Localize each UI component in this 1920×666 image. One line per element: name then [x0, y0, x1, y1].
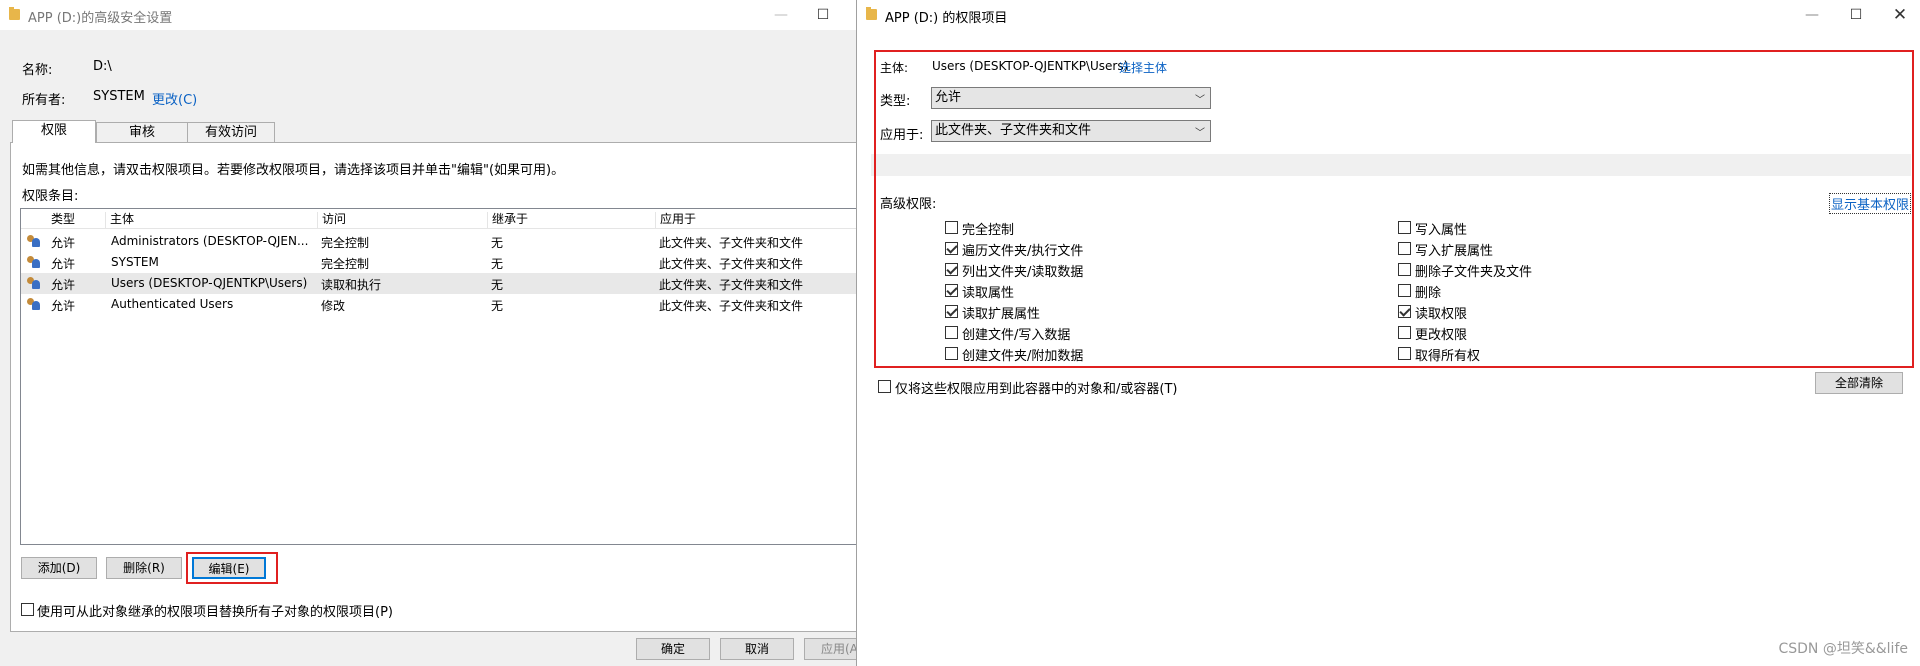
- clear-all-button[interactable]: 全部清除: [1815, 372, 1903, 394]
- cancel-button[interactable]: 取消: [720, 638, 794, 660]
- minimize-icon[interactable]: —: [1797, 4, 1827, 26]
- cell-type: 允许: [51, 257, 76, 271]
- table-row[interactable]: 允许 Users (DESKTOP-QJENTKP\Users) 读取和执行 无…: [21, 273, 856, 294]
- change-owner-link[interactable]: 更改(C): [152, 89, 197, 108]
- users-icon: [27, 235, 41, 248]
- owner-label: 所有者:: [22, 93, 66, 108]
- only-apply-checkbox[interactable]: [878, 380, 891, 393]
- watermark: CSDN @坦笑&&life: [1778, 641, 1908, 657]
- tab-permissions[interactable]: 权限: [12, 120, 96, 143]
- entries-label: 权限条目:: [22, 189, 79, 204]
- col-inherited[interactable]: 继承于: [487, 212, 655, 228]
- owner-value: SYSTEM: [93, 89, 145, 104]
- users-icon: [27, 277, 41, 290]
- cell-inherited: 无: [491, 257, 504, 271]
- replace-checkbox[interactable]: [21, 603, 34, 616]
- users-icon: [27, 256, 41, 269]
- edit-highlight-box: [186, 552, 278, 584]
- replace-label: 使用可从此对象继承的权限项目替换所有子对象的权限项目(P): [37, 605, 393, 620]
- cell-access: 读取和执行: [321, 278, 382, 292]
- tab-audit[interactable]: 审核: [96, 122, 188, 143]
- title-bar: APP (D:) 的权限项目 — ☐ ✕: [857, 0, 1920, 30]
- cell-applies: 此文件夹、子文件夹和文件: [659, 236, 804, 250]
- list-header: 类型 主体 访问 继承于 应用于: [21, 209, 856, 229]
- cell-principal: SYSTEM: [111, 255, 159, 269]
- cell-inherited: 无: [491, 299, 504, 313]
- cell-access: 完全控制: [321, 257, 370, 271]
- cell-type: 允许: [51, 299, 76, 313]
- cell-principal: Authenticated Users: [111, 297, 234, 311]
- col-applies[interactable]: 应用于: [655, 212, 855, 228]
- col-access[interactable]: 访问: [317, 212, 487, 228]
- only-apply-label: 仅将这些权限应用到此容器中的对象和/或容器(T): [895, 382, 1178, 397]
- table-row[interactable]: 允许 SYSTEM 完全控制 无 此文件夹、子文件夹和文件: [21, 252, 856, 273]
- table-row[interactable]: 允许 Authenticated Users 修改 无 此文件夹、子文件夹和文件: [21, 294, 856, 315]
- window-title: APP (D:)的高级安全设置: [28, 11, 173, 26]
- ok-button[interactable]: 确定: [636, 638, 710, 660]
- cell-applies: 此文件夹、子文件夹和文件: [659, 278, 804, 292]
- cell-inherited: 无: [491, 236, 504, 250]
- cell-type: 允许: [51, 236, 76, 250]
- name-label: 名称:: [22, 63, 53, 78]
- cell-applies: 此文件夹、子文件夹和文件: [659, 257, 804, 271]
- permission-entries-list[interactable]: 类型 主体 访问 继承于 应用于 允许 Administrators (DESK…: [20, 208, 856, 545]
- tab-effective-access[interactable]: 有效访问: [187, 122, 275, 143]
- cell-applies: 此文件夹、子文件夹和文件: [659, 299, 804, 313]
- maximize-icon[interactable]: ☐: [808, 4, 838, 26]
- col-type[interactable]: 类型: [47, 212, 105, 228]
- window-title: APP (D:) 的权限项目: [885, 11, 1008, 26]
- close-icon[interactable]: ✕: [1885, 4, 1915, 26]
- table-row[interactable]: 允许 Administrators (DESKTOP-QJEN... 完全控制 …: [21, 231, 856, 252]
- cell-inherited: 无: [491, 278, 504, 292]
- maximize-icon[interactable]: ☐: [1841, 4, 1871, 26]
- title-bar: APP (D:)的高级安全设置 — ☐: [0, 0, 856, 30]
- folder-icon: [9, 7, 20, 20]
- minimize-icon[interactable]: —: [766, 4, 796, 26]
- name-value: D:\: [93, 59, 112, 74]
- permission-entry-window: APP (D:) 的权限项目 — ☐ ✕ 主体: Users (DESKTOP-…: [856, 0, 1920, 666]
- users-icon: [27, 298, 41, 311]
- cell-access: 完全控制: [321, 236, 370, 250]
- info-text: 如需其他信息，请双击权限项目。若要修改权限项目，请选择该项目并单击"编辑"(如果…: [22, 163, 565, 178]
- cell-principal: Users (DESKTOP-QJENTKP\Users): [111, 276, 308, 290]
- col-principal[interactable]: 主体: [105, 212, 317, 228]
- cell-type: 允许: [51, 278, 76, 292]
- add-button[interactable]: 添加(D): [21, 557, 97, 579]
- remove-button[interactable]: 删除(R): [106, 557, 182, 579]
- apply-button[interactable]: 应用(A): [804, 638, 864, 660]
- cell-access: 修改: [321, 299, 346, 313]
- cell-principal: Administrators (DESKTOP-QJEN...: [111, 234, 309, 248]
- permissions-highlight-box: [874, 50, 1914, 368]
- advanced-security-window: APP (D:)的高级安全设置 — ☐ 名称: D:\ 所有者: SYSTEM …: [0, 0, 864, 666]
- folder-icon: [866, 7, 877, 20]
